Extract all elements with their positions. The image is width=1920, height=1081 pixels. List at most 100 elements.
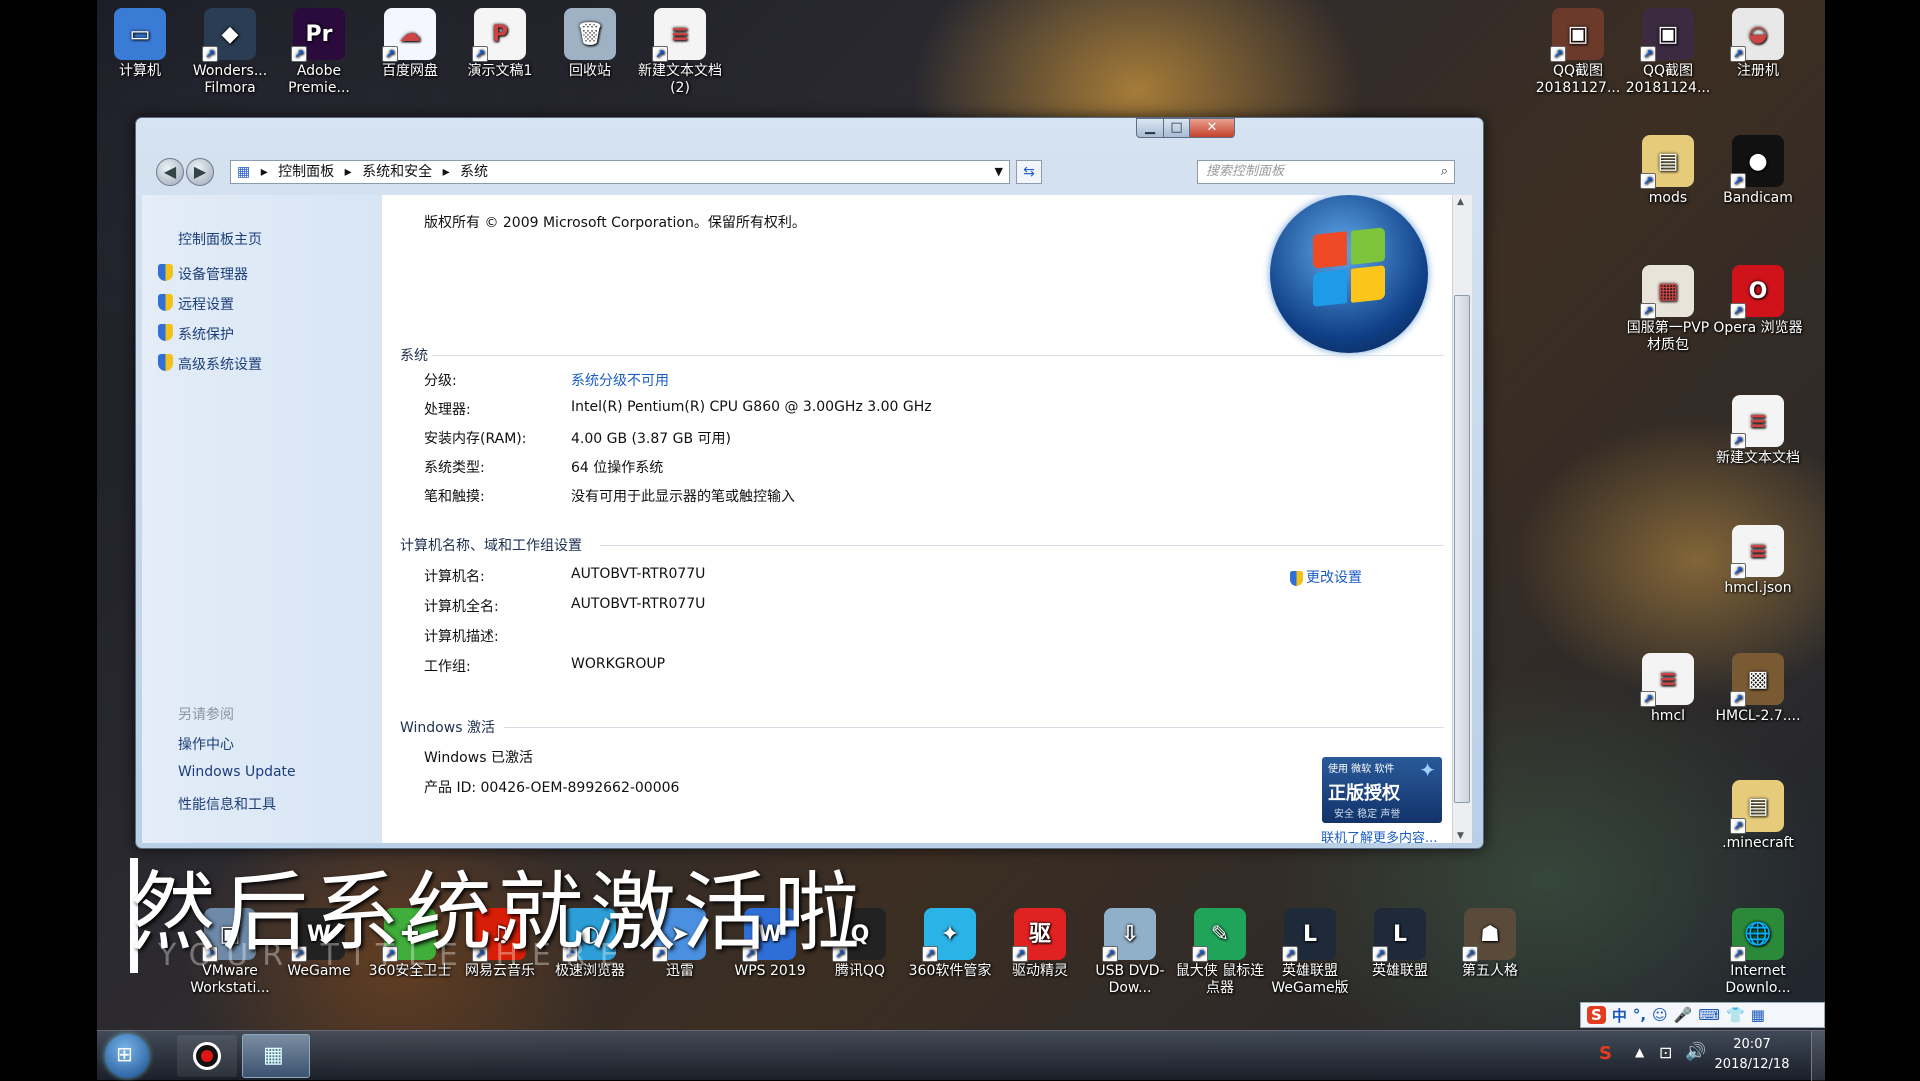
- info-value: Intel(R) Pentium(R) CPU G860 @ 3.00GHz 3…: [571, 399, 932, 415]
- performance-tools-link[interactable]: 性能信息和工具: [178, 794, 276, 814]
- control-panel-home-link[interactable]: 控制面板主页: [178, 229, 262, 249]
- desktop-icon[interactable]: ≡ ↗ hmcl.json: [1713, 525, 1803, 597]
- network-icon[interactable]: ⊡: [1659, 1043, 1672, 1062]
- keyboard-icon[interactable]: ⌨: [1698, 1006, 1720, 1024]
- info-label: 系统类型:: [424, 460, 485, 476]
- desktop-icon[interactable]: L ↗ 英雄联盟 WeGame版: [1265, 908, 1355, 997]
- breadcrumb-item[interactable]: 系统: [460, 161, 488, 183]
- desktop-icon[interactable]: Pr ↗ Adobe Premie...: [274, 8, 364, 97]
- volume-icon[interactable]: 🔊: [1685, 1042, 1706, 1062]
- clock[interactable]: 20:07 2018/12/18: [1707, 1035, 1797, 1075]
- maximize-button[interactable]: □: [1163, 118, 1190, 138]
- tray-sogou-icon[interactable]: S: [1599, 1043, 1612, 1064]
- forward-button[interactable]: ▶: [186, 158, 214, 186]
- desktop-icon[interactable]: ☗ ↗ 第五人格: [1445, 908, 1535, 980]
- system-protection-link[interactable]: 系统保护: [158, 324, 234, 344]
- desktop-icon[interactable]: ▦ ↗ 国服第一PVP材质包: [1623, 265, 1713, 354]
- control-panel-icon: ▦: [237, 164, 251, 180]
- control-panel-taskbar-button[interactable]: ▦: [242, 1034, 310, 1078]
- genuine-badge[interactable]: 使用 微软 软件 ✦ 正版授权 安全 稳定 声誉: [1322, 757, 1442, 823]
- shortcut-arrow-icon: ↗: [1372, 946, 1388, 962]
- windows-update-link[interactable]: Windows Update: [178, 764, 296, 780]
- tray-expand-icon[interactable]: ▲: [1635, 1045, 1644, 1059]
- desktop-icon[interactable]: ≡ ↗ hmcl: [1623, 653, 1713, 725]
- desktop-icon[interactable]: ✦ ↗ 360软件管家: [905, 908, 995, 980]
- shield-icon: [158, 324, 173, 341]
- action-center-link[interactable]: 操作中心: [178, 734, 234, 754]
- internet-download-icon: 🌐 ↗: [1730, 908, 1784, 962]
- hmcl-icon: ▩ ↗: [1730, 653, 1784, 707]
- text-file-icon: ≡ ↗: [652, 8, 706, 62]
- change-settings-link[interactable]: 更改设置: [1290, 567, 1362, 587]
- skin-icon[interactable]: 👕: [1726, 1006, 1745, 1024]
- refresh-icon[interactable]: ⇆: [1016, 160, 1042, 184]
- info-label: 计算机描述:: [424, 629, 499, 645]
- show-desktop-button[interactable]: [1811, 1031, 1825, 1081]
- emoji-icon[interactable]: ☺: [1652, 1006, 1668, 1024]
- info-label: 分级:: [424, 373, 457, 389]
- remote-settings-link[interactable]: 远程设置: [158, 294, 234, 314]
- desktop-icon[interactable]: 🗑 回收站: [545, 8, 635, 80]
- rating-link[interactable]: 系统分级不可用: [571, 370, 669, 390]
- divider: [432, 355, 1444, 356]
- desktop-icon[interactable]: ▣ ↗ QQ截图 20181124...: [1623, 8, 1713, 97]
- desktop-icon[interactable]: ▣ ↗ QQ截图 20181127...: [1533, 8, 1623, 97]
- desktop-icon-label: QQ截图 20181124...: [1625, 63, 1711, 96]
- close-button[interactable]: ✕: [1189, 118, 1235, 138]
- scroll-up-arrow[interactable]: ▲: [1457, 197, 1464, 207]
- scroll-down-arrow[interactable]: ▼: [1457, 831, 1464, 841]
- bandicam-taskbar-button[interactable]: [177, 1035, 237, 1077]
- breadcrumb[interactable]: ▦ ▸ 控制面板 ▸ 系统和安全 ▸ 系统 ▼: [230, 160, 1010, 184]
- info-value: 没有可用于此显示器的笔或触控输入: [571, 489, 795, 505]
- learn-more-link[interactable]: 联机了解更多内容...: [1321, 827, 1437, 843]
- desktop-icon-label: 鼠大侠 鼠标连点器: [1175, 963, 1265, 996]
- desktop-icon[interactable]: ▤ ↗ mods: [1623, 135, 1713, 207]
- info-value: WORKGROUP: [571, 656, 666, 672]
- product-id: 产品 ID: 00426-OEM-8992662-00006: [424, 780, 680, 796]
- desktop-icon[interactable]: ◒ ↗ 注册机: [1713, 8, 1803, 80]
- desktop-icon[interactable]: 驱 ↗ 驱动精灵: [995, 908, 1085, 980]
- shortcut-arrow-icon: ↗: [1012, 946, 1028, 962]
- shortcut-arrow-icon: ↗: [1640, 46, 1656, 62]
- mouse-clicker-icon: ✎ ↗: [1192, 908, 1246, 962]
- image-file-icon: ▣ ↗: [1640, 8, 1694, 62]
- desktop-icon[interactable]: ≡ ↗ 新建文本文档 (2): [635, 8, 725, 97]
- search-input[interactable]: 搜索控制面板 ⌕: [1197, 160, 1455, 184]
- advanced-settings-link[interactable]: 高级系统设置: [158, 354, 262, 374]
- desktop-icon[interactable]: 🌐 ↗ Internet Downlo...: [1713, 908, 1803, 997]
- desktop-icon[interactable]: ● ↗ Bandicam: [1713, 135, 1803, 207]
- system-section-title: 系统: [400, 348, 428, 364]
- desktop-icon[interactable]: P ↗ 演示文稿1: [455, 8, 545, 80]
- desktop-icon[interactable]: ≡ ↗ 新建文本文档: [1713, 395, 1803, 467]
- desktop-icon[interactable]: L ↗ 英雄联盟: [1355, 908, 1445, 980]
- desktop-icon[interactable]: ✎ ↗ 鼠大侠 鼠标连点器: [1175, 908, 1265, 997]
- sogou-icon[interactable]: S: [1587, 1006, 1606, 1024]
- minimize-button[interactable]: ▁: [1136, 118, 1164, 138]
- search-icon[interactable]: ⌕: [1441, 161, 1448, 183]
- grid-icon[interactable]: ▦: [1751, 1006, 1765, 1024]
- desktop-icon[interactable]: ▤ ↗ .minecraft: [1713, 780, 1803, 852]
- desktop-icon[interactable]: ☁ ↗ 百度网盘: [365, 8, 455, 80]
- json-file-icon: ≡ ↗: [1730, 525, 1784, 579]
- punctuation-icon[interactable]: °,: [1633, 1006, 1646, 1024]
- desktop-icon[interactable]: ▭ 计算机: [95, 8, 185, 80]
- ime-mode[interactable]: 中: [1612, 1005, 1627, 1026]
- vertical-scrollbar[interactable]: ▲ ▼: [1452, 195, 1472, 843]
- breadcrumb-item[interactable]: 控制面板: [278, 161, 334, 183]
- breadcrumb-item[interactable]: 系统和安全: [362, 161, 432, 183]
- desktop-icon-label: 回收站: [569, 63, 611, 79]
- desktop-icon-label: 注册机: [1737, 63, 1779, 79]
- desktop-icon[interactable]: ◆ ↗ Wonders... Filmora: [185, 8, 275, 97]
- mic-icon[interactable]: 🎤: [1674, 1006, 1693, 1024]
- desktop-icon[interactable]: ⇩ ↗ USB DVD-Dow...: [1085, 908, 1175, 997]
- chevron-down-icon[interactable]: ▼: [995, 161, 1003, 183]
- start-button[interactable]: ⊞: [105, 1034, 149, 1078]
- folder-icon: ▤ ↗: [1640, 135, 1694, 189]
- scrollbar-thumb[interactable]: [1454, 295, 1470, 803]
- back-button[interactable]: ◀: [156, 158, 184, 186]
- desktop-icon-label: Internet Downlo...: [1725, 963, 1791, 996]
- desktop-icon[interactable]: ▩ ↗ HMCL-2.7....: [1713, 653, 1803, 725]
- desktop-icon[interactable]: O ↗ Opera 浏览器: [1713, 265, 1803, 337]
- device-manager-link[interactable]: 设备管理器: [158, 264, 248, 284]
- ime-toolbar[interactable]: S 中 °, ☺ 🎤 ⌨ 👕 ▦: [1580, 1002, 1825, 1028]
